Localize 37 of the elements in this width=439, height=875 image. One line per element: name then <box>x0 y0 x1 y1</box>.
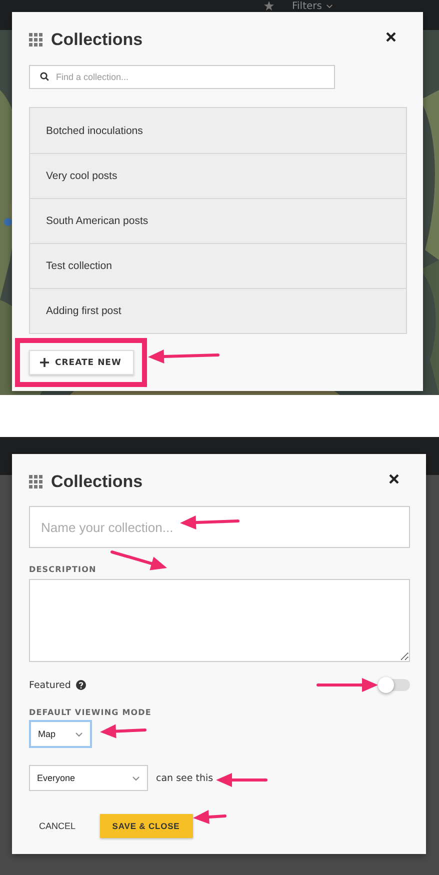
chevron-down-icon <box>75 732 83 736</box>
search-icon <box>40 72 49 81</box>
create-new-button[interactable]: CREATE NEW <box>29 350 134 375</box>
collection-item[interactable]: Adding first post <box>30 288 406 333</box>
featured-toggle[interactable] <box>378 679 410 691</box>
dialog-title: Collections <box>51 30 143 50</box>
help-icon[interactable] <box>76 680 86 690</box>
annotation-arrow <box>148 350 220 364</box>
annotation-arrow <box>193 810 226 824</box>
visibility-suffix: can see this <box>156 772 214 784</box>
view-mode-select[interactable]: Map <box>29 720 92 748</box>
collection-item[interactable]: Test collection <box>30 243 406 288</box>
plus-icon <box>40 358 49 367</box>
annotation-arrow <box>180 515 240 530</box>
collection-item[interactable]: South American posts <box>30 198 406 243</box>
annotation-arrow <box>316 678 378 692</box>
cancel-button[interactable]: CANCEL <box>39 821 76 831</box>
visibility-select[interactable]: Everyone <box>29 765 148 791</box>
collection-item[interactable]: Botched inoculations <box>30 108 406 153</box>
description-field[interactable] <box>29 579 410 662</box>
search-field[interactable]: Find a collection... <box>29 65 335 89</box>
grid-icon <box>29 33 43 47</box>
annotation-arrow <box>110 550 167 570</box>
filters-menu[interactable]: Filters <box>292 1 333 12</box>
field-label: DESCRIPTION <box>29 565 98 574</box>
dialog-title: Collections <box>51 472 143 492</box>
name-field[interactable]: Name your collection... <box>29 506 410 548</box>
star-icon[interactable] <box>264 1 274 11</box>
collection-item[interactable]: Very cool posts <box>30 153 406 198</box>
annotation-arrow <box>100 724 146 738</box>
save-close-button[interactable]: SAVE & CLOSE <box>100 814 193 838</box>
annotation-arrow <box>216 773 268 787</box>
field-label: DEFAULT VIEWING MODE <box>29 708 152 717</box>
chevron-down-icon <box>132 776 140 780</box>
grid-icon <box>29 475 43 489</box>
featured-label: Featured <box>29 680 71 690</box>
chevron-down-icon <box>326 4 333 9</box>
